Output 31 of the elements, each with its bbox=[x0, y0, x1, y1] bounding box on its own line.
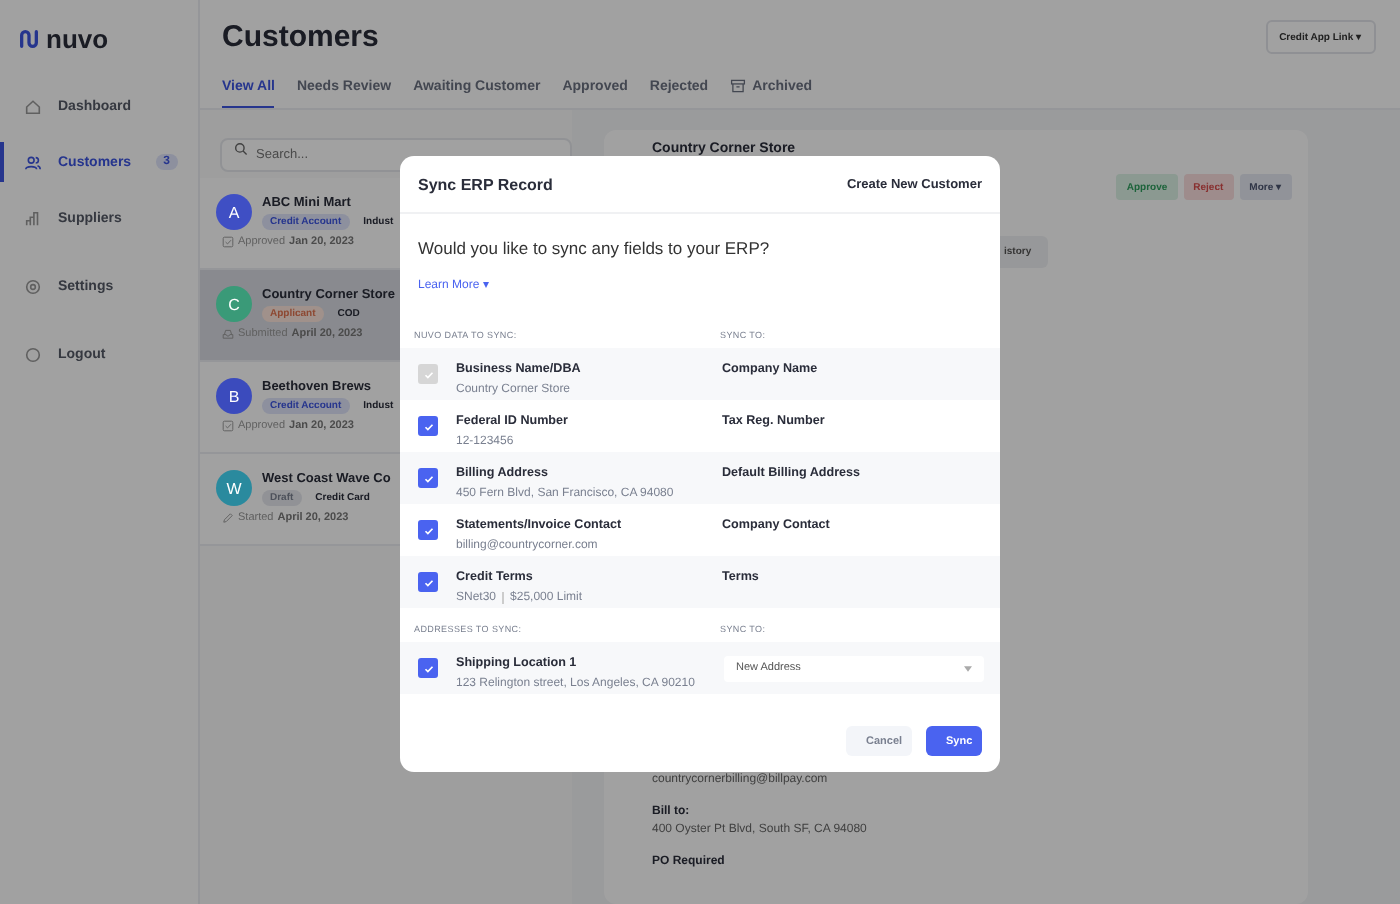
people-icon bbox=[24, 153, 42, 171]
sync-checkbox[interactable] bbox=[418, 520, 438, 540]
sync-checkbox[interactable] bbox=[418, 658, 438, 678]
check-icon bbox=[421, 471, 435, 485]
avatar-circle: A bbox=[216, 194, 252, 230]
bar-chart-icon bbox=[24, 209, 42, 227]
avatar-circle: B bbox=[216, 378, 252, 414]
logo-icon bbox=[18, 28, 40, 50]
page-title: Customers bbox=[222, 20, 379, 54]
sync-checkbox[interactable] bbox=[418, 572, 438, 592]
house-icon bbox=[24, 97, 42, 115]
archive-icon bbox=[730, 78, 747, 94]
search-icon bbox=[234, 142, 248, 156]
check-icon bbox=[421, 419, 435, 433]
checkbox-icon bbox=[222, 420, 234, 432]
pencil-icon bbox=[222, 512, 234, 524]
check-icon bbox=[421, 367, 435, 381]
dialog-title: Sync ERP Record bbox=[418, 175, 553, 193]
tray-icon bbox=[222, 328, 234, 340]
sync-checkbox[interactable] bbox=[418, 468, 438, 488]
caret-icon bbox=[964, 665, 972, 671]
avatar-circle: W bbox=[216, 470, 252, 506]
checkbox-icon bbox=[222, 236, 234, 248]
check-icon bbox=[421, 523, 435, 537]
check-icon bbox=[421, 575, 435, 589]
check-icon bbox=[421, 661, 435, 675]
logo-text: nuvo bbox=[46, 24, 109, 54]
logout-icon bbox=[24, 345, 42, 363]
sync-checkbox[interactable] bbox=[418, 416, 438, 436]
avatar-circle: C bbox=[216, 286, 252, 322]
settings-icon bbox=[24, 277, 42, 295]
